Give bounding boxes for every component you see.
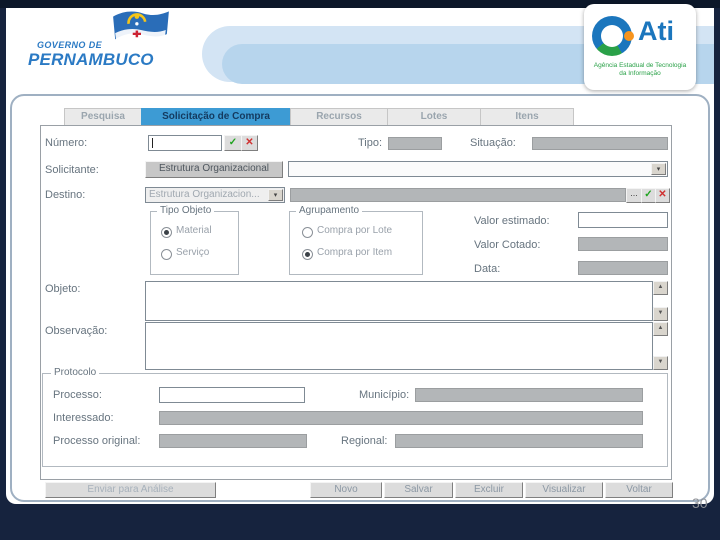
data-field [578, 261, 668, 275]
ati-logo-card: Ati Agência Estadual de Tecnologia da In… [584, 4, 696, 90]
x-icon: ✕ [658, 189, 667, 200]
objeto-scroll-down-button[interactable]: ▼ [653, 307, 668, 321]
solicitante-label: Solicitante: [45, 164, 99, 176]
protocolo-legend: Protocolo [51, 367, 100, 378]
tab-lotes[interactable]: Lotes [387, 108, 481, 126]
visualizar-button[interactable]: Visualizar [525, 482, 603, 498]
valor-cotado-label: Valor Cotado: [474, 239, 541, 251]
situacao-label: Situação: [470, 137, 516, 149]
regional-field [395, 434, 643, 448]
servico-radio[interactable] [161, 249, 172, 260]
destino-field [290, 188, 626, 202]
interessado-label: Interessado: [53, 412, 114, 424]
dropdown-icon[interactable]: ▾ [651, 163, 666, 175]
tipo-label: Tipo: [358, 137, 383, 149]
regional-label: Regional: [341, 435, 388, 447]
compra-por-lote-radio[interactable] [302, 227, 313, 238]
data-label: Data: [474, 263, 501, 275]
servico-label: Serviço [176, 247, 210, 258]
situacao-field [532, 137, 668, 150]
page-number: 30 [692, 495, 708, 511]
observacao-scroll-up-button[interactable]: ▲ [653, 322, 668, 336]
protocolo-group: Protocolo Processo: Município: Interessa… [42, 367, 668, 467]
processo-original-field [159, 434, 307, 448]
destino-combo-value: Estrutura Organizacion... [149, 189, 260, 200]
excluir-button[interactable]: Excluir [455, 482, 523, 498]
valor-estimado-input[interactable] [578, 212, 668, 228]
slide: GOVERNO DE PERNAMBUCO Pesquisa Solicitaç… [0, 0, 720, 540]
novo-button[interactable]: Novo [310, 482, 382, 498]
governo-de-text: GOVERNO DE [37, 40, 103, 50]
compra-por-item-radio[interactable] [302, 249, 313, 260]
material-label: Material [176, 225, 212, 236]
destino-combo[interactable]: Estrutura Organizacion... ▾ [145, 187, 285, 203]
valor-estimado-label: Valor estimado: [474, 215, 550, 227]
agrupamento-legend: Agrupamento [296, 205, 363, 216]
tab-solicitacao-de-compra[interactable]: Solicitação de Compra [141, 108, 291, 126]
objeto-scroll-up-button[interactable]: ▲ [653, 281, 668, 295]
ati-name: Ati [638, 16, 674, 46]
observacao-label: Observação: [45, 325, 108, 337]
agrupamento-group: Agrupamento Compra por Lote Compra por I… [289, 205, 423, 275]
objeto-label: Objeto: [45, 283, 81, 295]
check-icon: ✓ [644, 189, 653, 200]
observacao-textarea[interactable] [145, 322, 653, 370]
tipo-objeto-group: Tipo Objeto Material Serviço [150, 205, 239, 275]
solicitante-combo[interactable]: Estrutura Organizacional [145, 161, 283, 178]
objeto-textarea[interactable] [145, 281, 653, 321]
governo-pernambuco-logo: GOVERNO DE PERNAMBUCO [28, 40, 154, 70]
processo-label: Processo: [53, 389, 102, 401]
x-icon: ✕ [245, 137, 254, 148]
tipo-objeto-legend: Tipo Objeto [157, 205, 215, 216]
salvar-button[interactable]: Salvar [384, 482, 453, 498]
dropdown-icon[interactable]: ▾ [268, 189, 283, 201]
voltar-button[interactable]: Voltar [605, 482, 673, 498]
check-icon: ✓ [228, 137, 238, 148]
destino-label: Destino: [45, 189, 86, 201]
compra-por-item-label: Compra por Item [317, 247, 393, 258]
material-radio[interactable] [161, 227, 172, 238]
destino-confirm-button[interactable]: ✓ [641, 188, 656, 203]
destino-browse-button[interactable]: ... [626, 188, 642, 203]
tipo-field [388, 137, 442, 150]
solicitante-structure-select[interactable]: ▾ [288, 161, 668, 177]
tab-recursos[interactable]: Recursos [290, 108, 388, 126]
municipio-field [415, 388, 643, 402]
municipio-label: Município: [359, 389, 410, 401]
numero-input[interactable] [148, 135, 222, 151]
tab-pesquisa[interactable]: Pesquisa [64, 108, 142, 126]
numero-cancel-button[interactable]: ✕ [241, 135, 258, 151]
destino-cancel-button[interactable]: ✕ [655, 188, 670, 203]
form-window: Pesquisa Solicitação de Compra Recursos … [36, 104, 688, 504]
processo-original-label: Processo original: [53, 435, 141, 447]
ati-orange-dot-icon [624, 31, 634, 41]
tab-itens[interactable]: Itens [480, 108, 574, 126]
ati-subtitle: Agência Estadual de Tecnologia da Inform… [593, 62, 687, 78]
numero-label: Número: [45, 137, 88, 149]
text-cursor [152, 138, 153, 148]
compra-por-lote-label: Compra por Lote [317, 225, 393, 236]
enviar-para-analise-button[interactable]: Enviar para Análise [45, 482, 216, 498]
interessado-field [159, 411, 643, 425]
pernambuco-text: PERNAMBUCO [28, 50, 154, 69]
processo-input[interactable] [159, 387, 305, 403]
observacao-scroll-down-button[interactable]: ▼ [653, 356, 668, 370]
numero-confirm-button[interactable]: ✓ [224, 135, 242, 151]
valor-cotado-field [578, 237, 668, 251]
